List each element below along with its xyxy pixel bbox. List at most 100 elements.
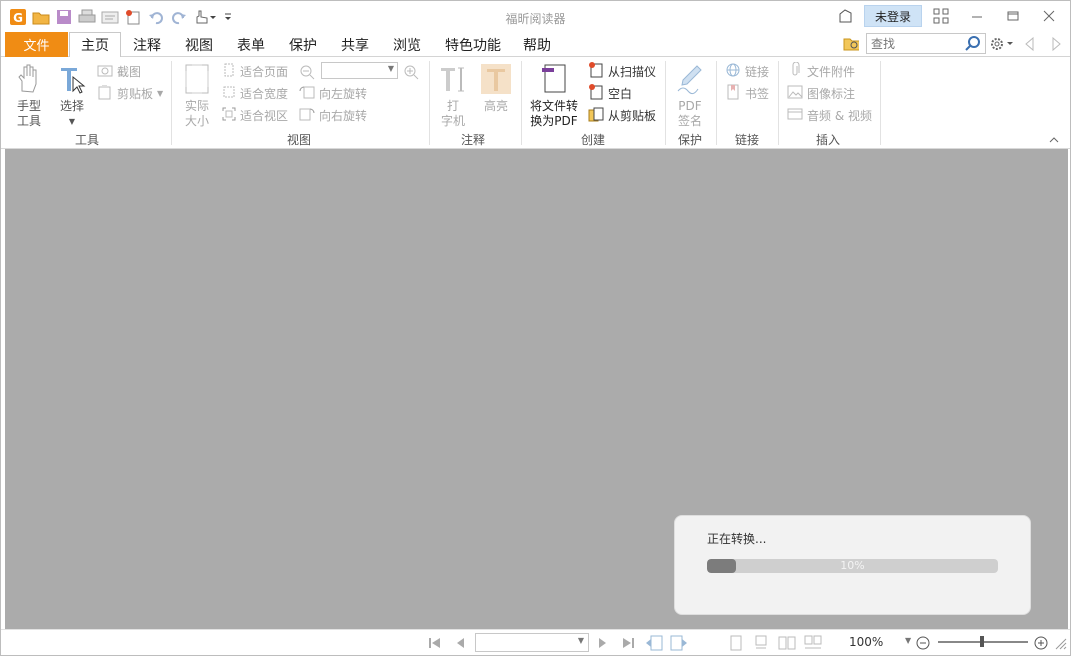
zoom-slider-track[interactable]	[938, 636, 1028, 647]
link-button[interactable]: 链接	[725, 62, 769, 80]
zoom-out-circle-icon[interactable]	[914, 634, 932, 652]
continuous-page-icon[interactable]	[752, 634, 770, 652]
camera-icon	[97, 63, 113, 80]
previous-page-icon[interactable]	[451, 634, 469, 652]
zoom-slider-thumb[interactable]	[980, 636, 985, 647]
rotate-left-button[interactable]: 向左旋转	[299, 84, 367, 102]
login-button[interactable]: 未登录	[864, 5, 922, 27]
tab-form[interactable]: 表单	[229, 32, 273, 57]
from-clipboard-button[interactable]: 从剪贴板	[588, 106, 656, 124]
skin-icon[interactable]	[838, 8, 854, 24]
print-icon[interactable]	[78, 8, 96, 26]
from-scanner-button[interactable]: 从扫描仪	[588, 61, 657, 80]
clipboard-label: 剪贴板	[117, 86, 154, 101]
collapse-ribbon-icon[interactable]	[1048, 133, 1060, 147]
next-view-icon[interactable]	[670, 634, 688, 652]
typewriter-button[interactable]: 打 字机	[437, 63, 469, 129]
first-page-icon[interactable]	[426, 634, 444, 652]
tab-features[interactable]: 特色功能	[437, 32, 509, 57]
previous-view-icon[interactable]	[645, 634, 663, 652]
facing-page-icon[interactable]	[778, 634, 796, 652]
minimize-icon[interactable]	[969, 8, 985, 24]
screenshot-label: 截图	[117, 64, 142, 79]
link-globe-icon	[725, 62, 741, 81]
title-bar: G 福昕阅读器 未登录	[1, 1, 1070, 33]
insert-group-label: 插入	[815, 133, 840, 147]
restore-icon[interactable]	[1005, 8, 1021, 24]
fit-width-button[interactable]: 适合宽度	[222, 84, 288, 102]
highlight-label: 高亮	[483, 99, 508, 113]
tab-view[interactable]: 视图	[177, 32, 221, 57]
tab-protect[interactable]: 保护	[281, 32, 325, 57]
group-separator	[429, 61, 430, 145]
tab-browse[interactable]: 浏览	[385, 32, 429, 57]
tab-home[interactable]: 主页	[69, 32, 121, 58]
screenshot-button[interactable]: 截图	[97, 62, 141, 80]
new-icon[interactable]	[124, 8, 142, 26]
audio-video-button[interactable]: 音频 & 视频	[787, 106, 872, 124]
select-tool-button[interactable]: 选择 ▼	[57, 63, 87, 129]
zoom-in-icon[interactable]	[403, 64, 419, 83]
hand-icon	[14, 63, 44, 99]
fit-page-button[interactable]: 适合页面	[222, 62, 288, 80]
file-attachment-button[interactable]: 文件附件	[787, 61, 855, 80]
image-annotation-button[interactable]: 图像标注	[787, 84, 855, 102]
converting-message: 正在转换...	[707, 532, 767, 546]
document-area[interactable]: 正在转换... 10%	[5, 149, 1068, 629]
tools-group-label: 工具	[74, 133, 99, 147]
single-page-icon[interactable]	[727, 634, 745, 652]
group-separator	[171, 61, 172, 145]
app-logo-icon[interactable]: G	[9, 8, 27, 26]
undo-icon[interactable]	[147, 8, 165, 26]
customize-qat-icon[interactable]	[224, 8, 232, 26]
hand-tool-label-1: 手型	[16, 99, 41, 113]
nav-forward-icon[interactable]	[1048, 36, 1064, 52]
group-separator	[521, 61, 522, 145]
last-page-icon[interactable]	[619, 634, 637, 652]
tab-share[interactable]: 共享	[333, 32, 377, 57]
clipboard-button[interactable]: 剪贴板 ▼	[97, 84, 163, 102]
zoom-percentage[interactable]: 100%	[849, 635, 883, 649]
bookmark-button[interactable]: 书签	[725, 84, 769, 102]
fullscreen-icon[interactable]	[933, 8, 949, 24]
fit-page-label: 适合页面	[240, 64, 289, 79]
protect-group-label: 保护	[677, 133, 702, 147]
tab-comment[interactable]: 注释	[125, 32, 169, 57]
highlight-button[interactable]: 高亮	[478, 63, 514, 114]
actual-size-button[interactable]: 实际 大小	[181, 63, 213, 129]
convert-to-pdf-button[interactable]: 将文件转 换为PDF	[528, 63, 580, 129]
hand-tool-button[interactable]: 手型 工具	[13, 63, 45, 129]
blank-page-button[interactable]: 空白	[588, 83, 632, 103]
resize-grip-icon[interactable]	[1051, 634, 1069, 652]
pdf-sign-button[interactable]: PDF 签名	[673, 63, 707, 129]
continuous-facing-icon[interactable]	[804, 634, 822, 652]
fit-visible-button[interactable]: 适合视区	[222, 106, 288, 124]
search-icon[interactable]	[964, 35, 982, 52]
zoom-dropdown-icon[interactable]: ▼	[905, 636, 911, 645]
search-folder-icon[interactable]	[843, 35, 859, 51]
hand-dropdown-icon[interactable]	[193, 8, 219, 26]
tab-help[interactable]: 帮助	[515, 32, 559, 57]
clipboard-dropdown-arrow-icon: ▼	[157, 88, 164, 98]
settings-gear-icon[interactable]	[990, 36, 1014, 52]
next-page-icon[interactable]	[594, 634, 612, 652]
save-icon[interactable]	[55, 8, 73, 26]
redo-icon[interactable]	[170, 8, 188, 26]
image-icon	[787, 84, 803, 103]
file-menu-tab[interactable]: 文件	[5, 32, 68, 57]
close-icon[interactable]	[1041, 8, 1057, 24]
page-number-input[interactable]: ▼	[475, 633, 589, 652]
zoom-select[interactable]: ▼	[321, 62, 398, 79]
zoom-dropdown-arrow-icon: ▼	[387, 64, 394, 73]
zoom-out-icon[interactable]	[299, 64, 315, 83]
highlight-icon	[480, 63, 512, 99]
rotate-right-button[interactable]: 向右旋转	[299, 106, 367, 124]
open-folder-icon[interactable]	[32, 8, 50, 26]
nav-back-icon[interactable]	[1022, 36, 1038, 52]
blank-page-icon	[588, 83, 604, 103]
page-dropdown-arrow-icon: ▼	[577, 636, 584, 645]
from-scanner-label: 从扫描仪	[608, 64, 657, 79]
properties-icon[interactable]	[101, 8, 119, 26]
zoom-in-circle-icon[interactable]	[1032, 634, 1050, 652]
actual-size-icon	[183, 63, 211, 99]
